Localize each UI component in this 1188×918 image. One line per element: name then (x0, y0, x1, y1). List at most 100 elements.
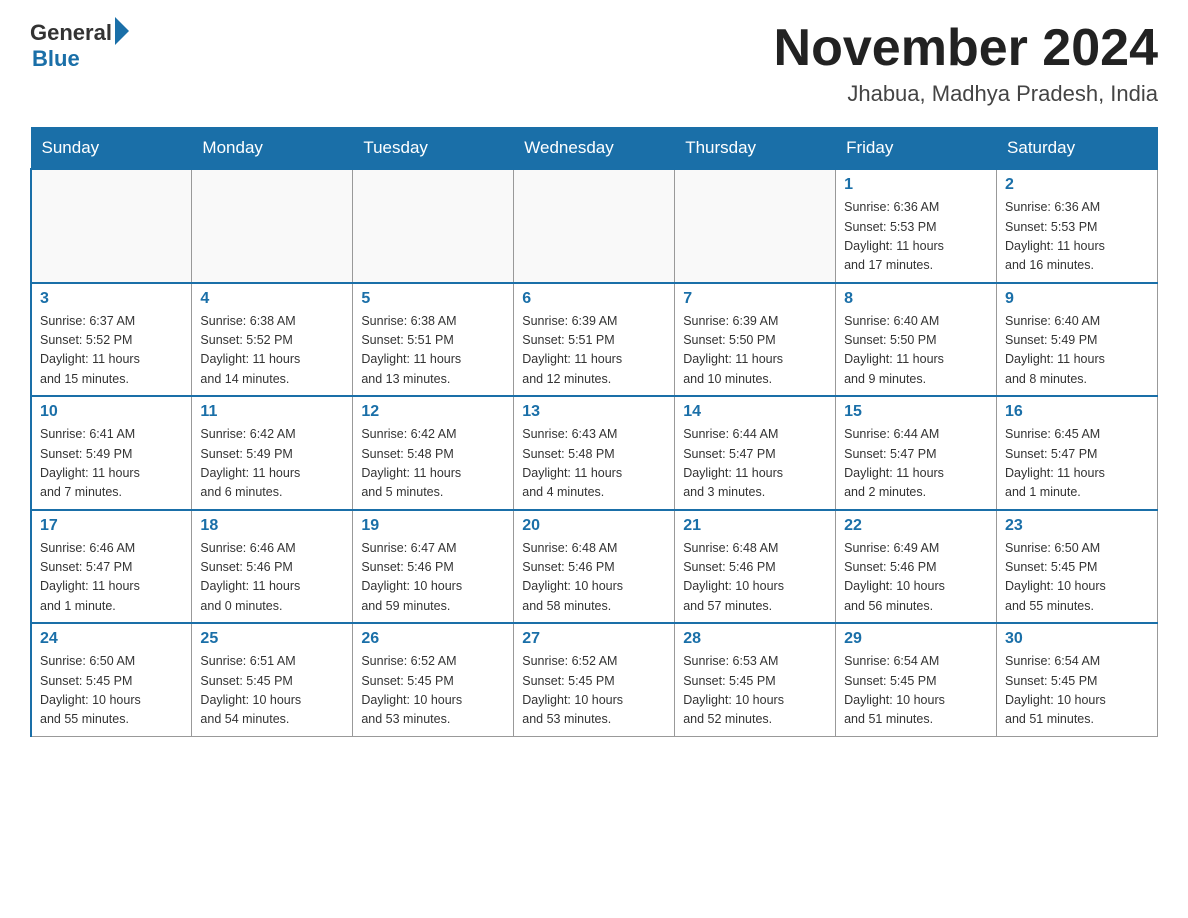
day-info: Sunrise: 6:39 AM Sunset: 5:50 PM Dayligh… (683, 312, 827, 390)
day-number: 2 (1005, 176, 1149, 194)
calendar-cell: 10 Sunrise: 6:41 AM Sunset: 5:49 PM Dayli… (31, 396, 192, 510)
day-number: 19 (361, 517, 505, 535)
calendar-cell: 28 Sunrise: 6:53 AM Sunset: 5:45 PM Dayli… (675, 623, 836, 736)
calendar-cell (353, 169, 514, 283)
day-info: Sunrise: 6:53 AM Sunset: 5:45 PM Dayligh… (683, 652, 827, 730)
week-row-2: 3 Sunrise: 6:37 AM Sunset: 5:52 PM Daylig… (31, 283, 1158, 397)
page-header: General Blue November 2024 Jhabua, Madhy… (30, 20, 1158, 107)
calendar-cell: 1 Sunrise: 6:36 AM Sunset: 5:53 PM Daylig… (836, 169, 997, 283)
day-info: Sunrise: 6:40 AM Sunset: 5:50 PM Dayligh… (844, 312, 988, 390)
calendar-cell: 26 Sunrise: 6:52 AM Sunset: 5:45 PM Dayli… (353, 623, 514, 736)
column-header-tuesday: Tuesday (353, 128, 514, 170)
day-number: 11 (200, 403, 344, 421)
day-info: Sunrise: 6:36 AM Sunset: 5:53 PM Dayligh… (844, 198, 988, 276)
day-number: 6 (522, 290, 666, 308)
month-year-title: November 2024 (774, 20, 1158, 77)
day-number: 24 (40, 630, 183, 648)
calendar-cell: 2Sunrise: 6:36 AM Sunset: 5:53 PM Daylig… (997, 169, 1158, 283)
calendar-cell: 25 Sunrise: 6:51 AM Sunset: 5:45 PM Dayli… (192, 623, 353, 736)
day-number: 14 (683, 403, 827, 421)
day-number: 21 (683, 517, 827, 535)
calendar-cell (31, 169, 192, 283)
calendar-cell: 13 Sunrise: 6:43 AM Sunset: 5:48 PM Dayli… (514, 396, 675, 510)
day-info: Sunrise: 6:38 AM Sunset: 5:51 PM Dayligh… (361, 312, 505, 390)
calendar-cell: 21 Sunrise: 6:48 AM Sunset: 5:46 PM Dayli… (675, 510, 836, 624)
column-header-saturday: Saturday (997, 128, 1158, 170)
calendar-cell: 27 Sunrise: 6:52 AM Sunset: 5:45 PM Dayli… (514, 623, 675, 736)
column-header-wednesday: Wednesday (514, 128, 675, 170)
day-info: Sunrise: 6:51 AM Sunset: 5:45 PM Dayligh… (200, 652, 344, 730)
day-info: Sunrise: 6:37 AM Sunset: 5:52 PM Dayligh… (40, 312, 183, 390)
day-info: Sunrise: 6:38 AM Sunset: 5:52 PM Dayligh… (200, 312, 344, 390)
calendar-cell: 3 Sunrise: 6:37 AM Sunset: 5:52 PM Daylig… (31, 283, 192, 397)
day-info: Sunrise: 6:42 AM Sunset: 5:48 PM Dayligh… (361, 425, 505, 503)
calendar-cell: 5 Sunrise: 6:38 AM Sunset: 5:51 PM Daylig… (353, 283, 514, 397)
day-number: 25 (200, 630, 344, 648)
day-number: 12 (361, 403, 505, 421)
day-number: 3 (40, 290, 183, 308)
day-info: Sunrise: 6:43 AM Sunset: 5:48 PM Dayligh… (522, 425, 666, 503)
day-info: Sunrise: 6:49 AM Sunset: 5:46 PM Dayligh… (844, 539, 988, 617)
day-info: Sunrise: 6:42 AM Sunset: 5:49 PM Dayligh… (200, 425, 344, 503)
day-number: 22 (844, 517, 988, 535)
day-info: Sunrise: 6:39 AM Sunset: 5:51 PM Dayligh… (522, 312, 666, 390)
logo: General Blue (30, 20, 129, 72)
day-info: Sunrise: 6:46 AM Sunset: 5:46 PM Dayligh… (200, 539, 344, 617)
calendar-cell (514, 169, 675, 283)
calendar-table: SundayMondayTuesdayWednesdayThursdayFrid… (30, 127, 1158, 737)
calendar-cell: 6 Sunrise: 6:39 AM Sunset: 5:51 PM Daylig… (514, 283, 675, 397)
day-number: 28 (683, 630, 827, 648)
day-number: 7 (683, 290, 827, 308)
day-number: 8 (844, 290, 988, 308)
day-info: Sunrise: 6:40 AM Sunset: 5:49 PM Dayligh… (1005, 312, 1149, 390)
calendar-cell: 20 Sunrise: 6:48 AM Sunset: 5:46 PM Dayli… (514, 510, 675, 624)
day-number: 9 (1005, 290, 1149, 308)
title-area: November 2024 Jhabua, Madhya Pradesh, In… (774, 20, 1158, 107)
day-info: Sunrise: 6:44 AM Sunset: 5:47 PM Dayligh… (844, 425, 988, 503)
calendar-cell: 12 Sunrise: 6:42 AM Sunset: 5:48 PM Dayli… (353, 396, 514, 510)
day-number: 26 (361, 630, 505, 648)
day-number: 20 (522, 517, 666, 535)
calendar-cell: 14 Sunrise: 6:44 AM Sunset: 5:47 PM Dayli… (675, 396, 836, 510)
day-number: 13 (522, 403, 666, 421)
day-info: Sunrise: 6:41 AM Sunset: 5:49 PM Dayligh… (40, 425, 183, 503)
calendar-cell: 16 Sunrise: 6:45 AM Sunset: 5:47 PM Dayli… (997, 396, 1158, 510)
calendar-cell: 7 Sunrise: 6:39 AM Sunset: 5:50 PM Daylig… (675, 283, 836, 397)
day-number: 30 (1005, 630, 1149, 648)
day-number: 16 (1005, 403, 1149, 421)
calendar-cell: 24Sunrise: 6:50 AM Sunset: 5:45 PM Dayli… (31, 623, 192, 736)
day-number: 1 (844, 176, 988, 194)
calendar-cell: 22 Sunrise: 6:49 AM Sunset: 5:46 PM Dayli… (836, 510, 997, 624)
day-info: Sunrise: 6:52 AM Sunset: 5:45 PM Dayligh… (522, 652, 666, 730)
calendar-cell: 30Sunrise: 6:54 AM Sunset: 5:45 PM Dayli… (997, 623, 1158, 736)
day-info: Sunrise: 6:45 AM Sunset: 5:47 PM Dayligh… (1005, 425, 1149, 503)
column-header-monday: Monday (192, 128, 353, 170)
day-info: Sunrise: 6:48 AM Sunset: 5:46 PM Dayligh… (522, 539, 666, 617)
logo-triangle-icon (115, 17, 129, 45)
calendar-cell: 18Sunrise: 6:46 AM Sunset: 5:46 PM Dayli… (192, 510, 353, 624)
calendar-cell (192, 169, 353, 283)
calendar-cell: 29Sunrise: 6:54 AM Sunset: 5:45 PM Dayli… (836, 623, 997, 736)
day-number: 4 (200, 290, 344, 308)
calendar-cell: 17Sunrise: 6:46 AM Sunset: 5:47 PM Dayli… (31, 510, 192, 624)
location-subtitle: Jhabua, Madhya Pradesh, India (774, 81, 1158, 107)
calendar-cell: 19 Sunrise: 6:47 AM Sunset: 5:46 PM Dayli… (353, 510, 514, 624)
day-info: Sunrise: 6:44 AM Sunset: 5:47 PM Dayligh… (683, 425, 827, 503)
week-row-4: 17Sunrise: 6:46 AM Sunset: 5:47 PM Dayli… (31, 510, 1158, 624)
calendar-cell: 9 Sunrise: 6:40 AM Sunset: 5:49 PM Daylig… (997, 283, 1158, 397)
day-info: Sunrise: 6:47 AM Sunset: 5:46 PM Dayligh… (361, 539, 505, 617)
week-row-3: 10 Sunrise: 6:41 AM Sunset: 5:49 PM Dayli… (31, 396, 1158, 510)
calendar-header-row: SundayMondayTuesdayWednesdayThursdayFrid… (31, 128, 1158, 170)
day-number: 23 (1005, 517, 1149, 535)
calendar-cell: 23Sunrise: 6:50 AM Sunset: 5:45 PM Dayli… (997, 510, 1158, 624)
day-info: Sunrise: 6:54 AM Sunset: 5:45 PM Dayligh… (844, 652, 988, 730)
day-number: 5 (361, 290, 505, 308)
day-info: Sunrise: 6:46 AM Sunset: 5:47 PM Dayligh… (40, 539, 183, 617)
day-info: Sunrise: 6:48 AM Sunset: 5:46 PM Dayligh… (683, 539, 827, 617)
calendar-cell: 4 Sunrise: 6:38 AM Sunset: 5:52 PM Daylig… (192, 283, 353, 397)
logo-blue-text: Blue (32, 46, 129, 72)
day-number: 10 (40, 403, 183, 421)
calendar-cell: 15Sunrise: 6:44 AM Sunset: 5:47 PM Dayli… (836, 396, 997, 510)
day-number: 27 (522, 630, 666, 648)
day-info: Sunrise: 6:52 AM Sunset: 5:45 PM Dayligh… (361, 652, 505, 730)
